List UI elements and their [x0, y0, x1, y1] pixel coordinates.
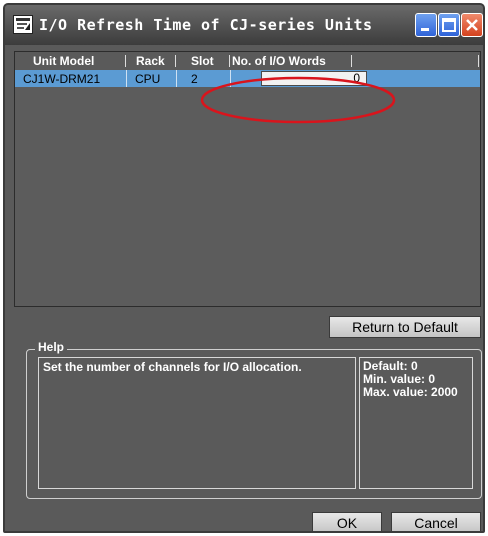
title-bar[interactable]: I/O Refresh Time of CJ-series Units — [5, 5, 483, 45]
column-divider[interactable] — [351, 55, 352, 67]
help-value-limits: Default: 0 Min. value: 0 Max. value: 200… — [359, 357, 473, 489]
app-icon — [13, 15, 33, 34]
column-divider[interactable] — [229, 55, 230, 67]
maximize-icon — [442, 18, 456, 32]
minimize-button[interactable] — [415, 13, 437, 37]
row-divider — [230, 70, 231, 87]
units-grid: Unit Model Rack Slot No. of I/O Words CJ… — [14, 51, 481, 307]
dialog-window: I/O Refresh Time of CJ-series Units Unit… — [3, 3, 485, 533]
grid-header: Unit Model Rack Slot No. of I/O Words — [15, 52, 480, 70]
close-icon — [466, 19, 478, 31]
row-divider — [126, 70, 127, 87]
column-divider[interactable] — [125, 55, 126, 67]
column-header-io-words[interactable]: No. of I/O Words — [232, 54, 326, 68]
column-header-rack[interactable]: Rack — [136, 54, 165, 68]
cell-unit-model: CJ1W-DRM21 — [23, 72, 101, 86]
ok-button[interactable]: OK — [312, 512, 382, 531]
column-divider[interactable] — [175, 55, 176, 67]
column-header-slot[interactable]: Slot — [191, 54, 214, 68]
close-button[interactable] — [461, 13, 483, 37]
table-row[interactable]: CJ1W-DRM21 CPU 2 — [15, 70, 480, 87]
row-divider — [176, 70, 177, 87]
column-header-unit-model[interactable]: Unit Model — [33, 54, 94, 68]
return-to-default-button[interactable]: Return to Default — [329, 316, 481, 338]
help-max-value: Max. value: 2000 — [363, 385, 458, 399]
io-words-input[interactable]: 0 — [261, 71, 367, 86]
cancel-button[interactable]: Cancel — [391, 512, 481, 531]
window-title: I/O Refresh Time of CJ-series Units — [39, 16, 373, 34]
cell-rack: CPU — [135, 72, 161, 86]
minimize-icon — [421, 28, 429, 31]
column-divider[interactable] — [478, 55, 479, 67]
cell-slot: 2 — [191, 72, 198, 86]
maximize-button[interactable] — [438, 13, 460, 37]
help-description: Set the number of channels for I/O alloc… — [38, 357, 356, 489]
help-legend: Help — [35, 340, 68, 354]
